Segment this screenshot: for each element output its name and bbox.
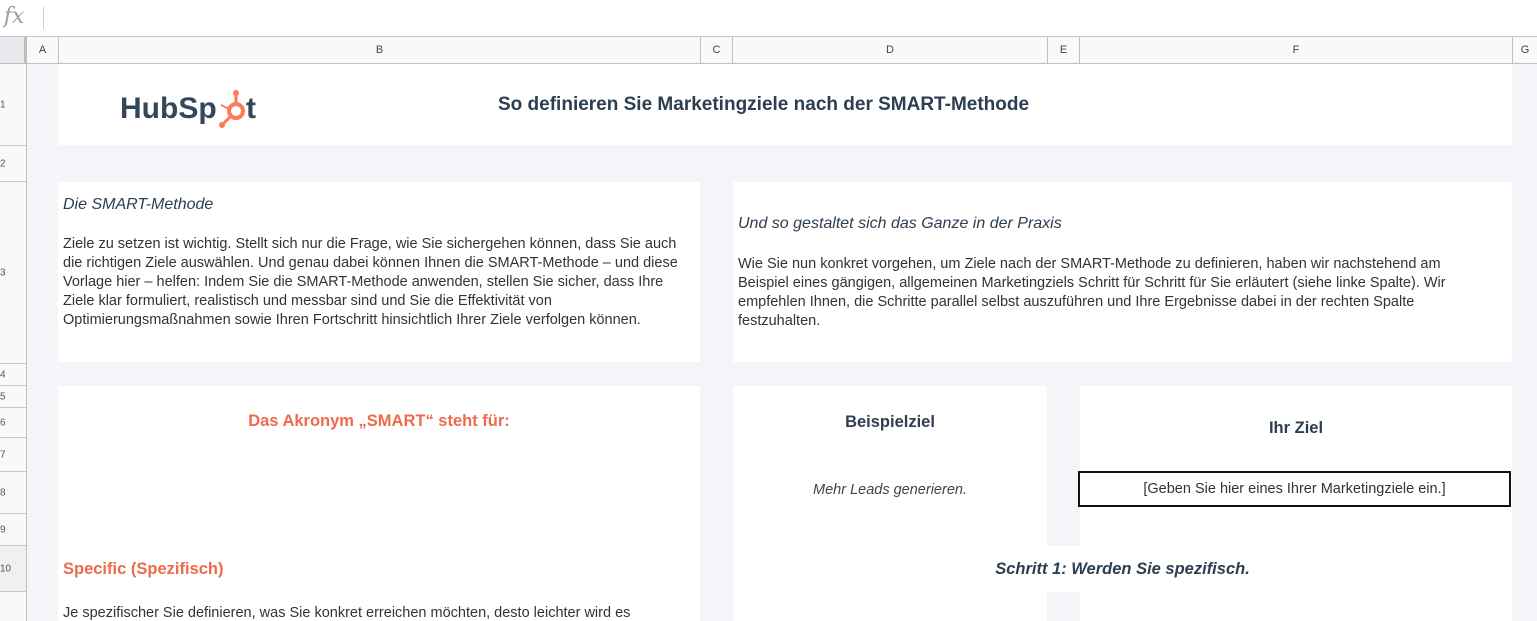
row-header-bar: 1 2 3 4 5 6 7 8 9 10 [0,64,27,621]
step1-heading: Schritt 1: Werden Sie spezifisch. [995,560,1250,578]
your-goal-step1-cell [1080,592,1512,621]
step1-band: Schritt 1: Werden Sie spezifisch. [733,546,1512,592]
column-header-a[interactable]: A [27,37,59,63]
hubspot-logo: HubSp t [120,86,270,135]
svg-text:HubSp: HubSp [120,92,217,125]
example-goal-card: Beispielziel [733,386,1047,546]
row-header-7[interactable]: 7 [0,438,26,472]
row-header-6[interactable]: 6 [0,408,26,438]
example-goal-value: Mehr Leads generieren. [813,482,967,498]
column-header-b[interactable]: B [59,37,701,63]
row-header-8[interactable]: 8 [0,472,26,514]
example-goal-step1-cell [733,592,1047,621]
column-header-c[interactable]: C [701,37,733,63]
select-all-corner[interactable] [0,37,27,63]
row-header-9[interactable]: 9 [0,514,26,546]
column-header-g[interactable]: G [1513,37,1537,63]
column-header-f[interactable]: F [1080,37,1513,63]
hubspot-logo-icon: HubSp t [120,90,256,128]
column-header-d[interactable]: D [733,37,1048,63]
your-goal-heading: Ihr Ziel [1268,419,1324,437]
row-header-4[interactable]: 4 [0,364,26,386]
example-goal-heading: Beispielziel [845,413,935,431]
row-header-2[interactable]: 2 [0,146,26,182]
formula-bar-divider [43,7,44,29]
intro-left-title: Die SMART-Methode [63,196,214,213]
specific-heading: Specific (Spezifisch) [63,560,224,578]
intro-right-card: Und so gestaltet sich das Ganze in der P… [733,182,1512,362]
your-goal-card: Ihr Ziel [1080,386,1512,546]
row-header-5[interactable]: 5 [0,386,26,408]
formula-bar: fx [0,0,1537,37]
acronym-card: Das Akronym „SMART“ steht für: Specific … [58,386,700,621]
intro-right-title: Und so gestaltet sich das Ganze in der P… [738,215,1062,232]
formula-input[interactable] [48,4,1532,34]
your-goal-input[interactable] [1078,471,1511,507]
specific-body: Je spezifischer Sie definieren, was Sie … [63,605,631,621]
acronym-heading: Das Akronym „SMART“ steht für: [248,412,510,430]
svg-text:t: t [246,92,256,125]
column-header-e[interactable]: E [1048,37,1080,63]
header-card: HubSp t So definieren Sie Marketingziele… [58,64,1512,145]
row-header-1[interactable]: 1 [0,64,26,146]
column-header-bar: A B C D E F G [0,37,1537,64]
page-title: So definieren Sie Marketingziele nach de… [498,94,1030,115]
row-header-3[interactable]: 3 [0,182,26,364]
fx-icon: fx [3,4,25,29]
intro-left-body: Ziele zu setzen ist wichtig. Stellt sich… [63,236,678,328]
intro-left-card: Die SMART-Methode Ziele zu setzen ist wi… [58,182,700,362]
sheet-grid[interactable]: HubSp t So definieren Sie Marketingziele… [27,64,1537,621]
intro-right-body: Wie Sie nun konkret vorgehen, um Ziele n… [738,256,1446,329]
row-header-10[interactable]: 10 [0,546,26,592]
